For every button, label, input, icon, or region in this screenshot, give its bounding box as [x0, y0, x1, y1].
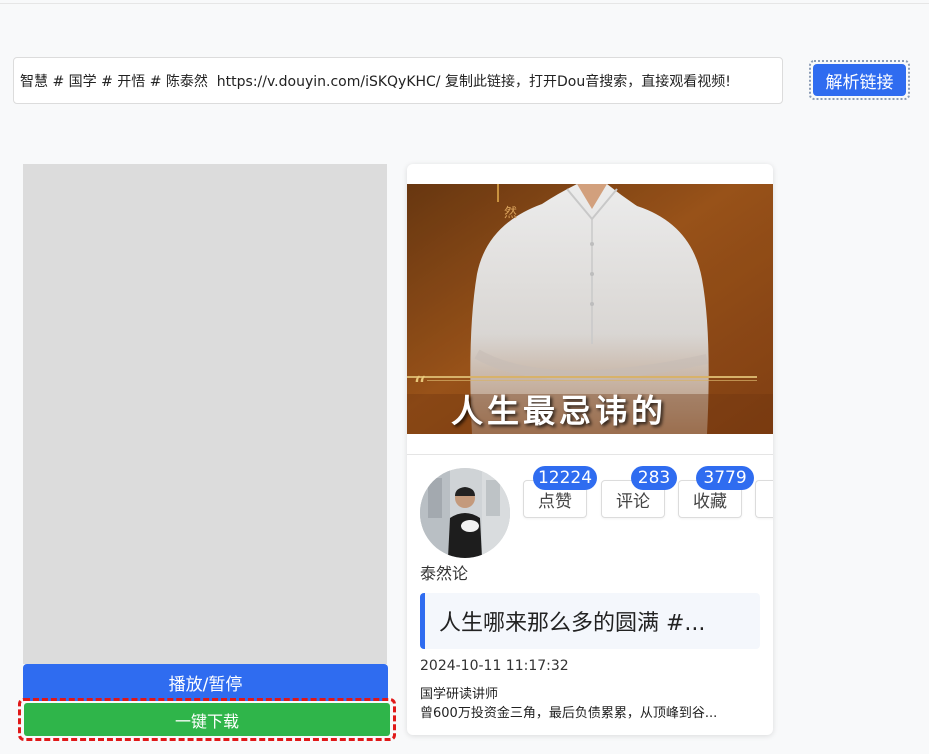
- author-name[interactable]: 泰然论: [420, 560, 468, 584]
- download-button-highlight: 一键下载: [18, 698, 396, 741]
- like-label: 点赞: [538, 491, 572, 512]
- favorite-count-badge: 3779: [696, 466, 754, 490]
- video-player[interactable]: [23, 164, 387, 664]
- favorite-label: 收藏: [693, 491, 727, 512]
- comment-label: 评论: [616, 491, 650, 512]
- publish-date: 2024-10-11 11:17:32: [420, 658, 569, 674]
- bio-line-2: 曾600万投资金三角，最后负债累累，从顶峰到谷...: [420, 706, 718, 721]
- author-avatar[interactable]: [420, 468, 510, 558]
- parse-button-focus-ring: 解析链接: [809, 60, 910, 100]
- play-pause-button[interactable]: 播放/暂停: [23, 664, 388, 701]
- bio-line-1: 国学研读讲师: [420, 687, 499, 702]
- parse-link-button[interactable]: 解析链接: [813, 64, 906, 96]
- author-bio: 国学研读讲师 曾600万投资金三角，最后负债累累，从顶峰到谷...: [420, 685, 765, 723]
- card-divider: [407, 454, 773, 455]
- like-count-badge: 12224: [533, 466, 597, 490]
- cover-title-text: 人生最忌讳的: [451, 392, 668, 430]
- comment-count-badge: 283: [631, 466, 677, 490]
- video-description: 人生哪来那么多的圆满 #...: [420, 593, 760, 649]
- share-button[interactable]: [755, 480, 773, 518]
- top-divider: [0, 3, 929, 4]
- share-link-input[interactable]: [13, 57, 783, 104]
- cover-watermark-text: 然: [504, 206, 518, 221]
- download-button[interactable]: 一键下载: [24, 703, 390, 736]
- cover-quote-mark: “: [413, 372, 427, 402]
- video-cover-image: 然 “ 人生最忌讳的: [407, 184, 773, 434]
- video-info-card: 然 “ 人生最忌讳的 泰然论 点赞 12224 评论 283 收藏 3779 人…: [407, 164, 773, 735]
